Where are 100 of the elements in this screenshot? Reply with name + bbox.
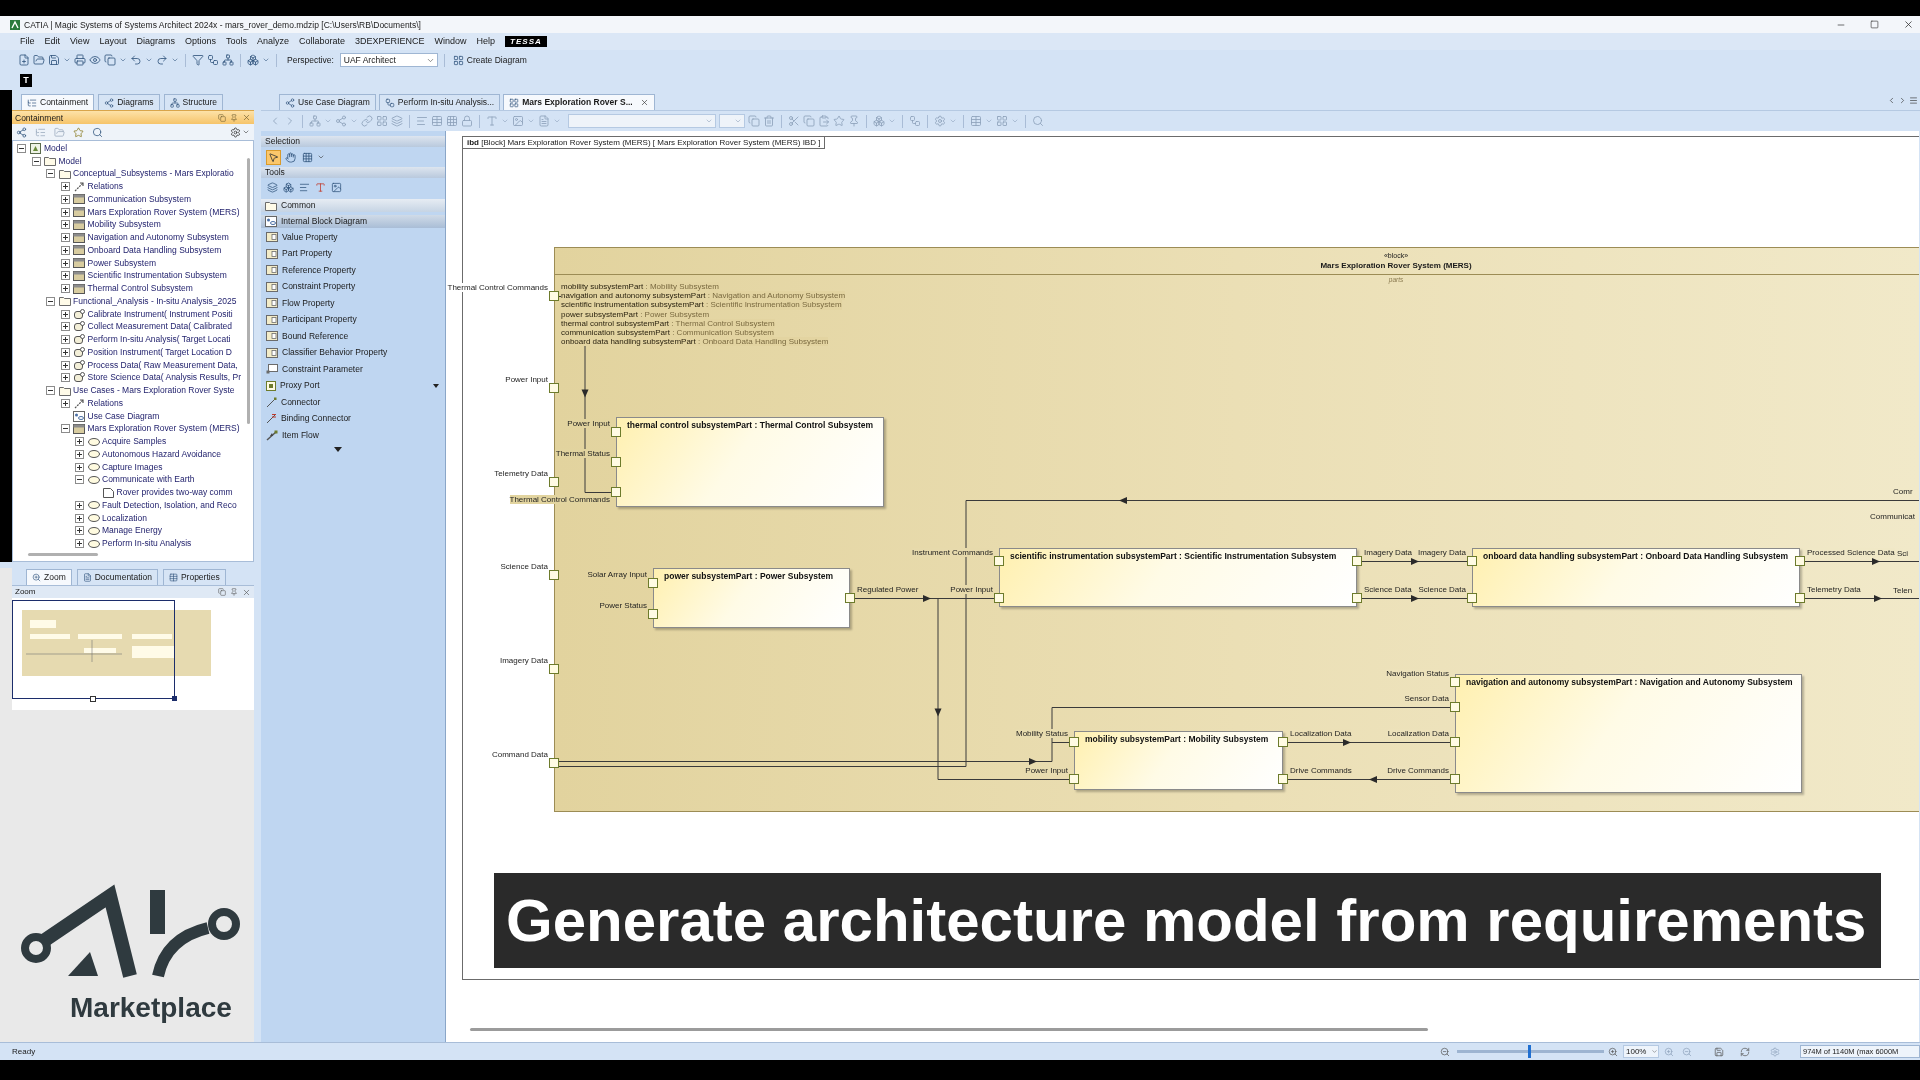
share-icon[interactable]: [335, 115, 347, 127]
close-icon[interactable]: [639, 98, 649, 107]
group-header[interactable]: Internal Block Diagram: [261, 215, 445, 228]
link-icon[interactable]: [361, 115, 373, 127]
expand-toggle-icon[interactable]: [60, 347, 70, 357]
palette-item[interactable]: Constraint Parameter: [261, 361, 445, 378]
image-icon[interactable]: [512, 115, 524, 127]
collapse-toggle-icon[interactable]: [60, 424, 70, 434]
grid-icon[interactable]: [509, 97, 520, 108]
close-icon[interactable]: [242, 587, 251, 597]
caret-icon[interactable]: [119, 56, 127, 64]
hierarchy-icon[interactable]: [222, 54, 234, 66]
tree-item[interactable]: Rover provides two-way comm: [116, 487, 233, 499]
star-icon[interactable]: [833, 115, 845, 127]
menu-item[interactable]: Edit: [44, 36, 61, 47]
zoom-in-icon[interactable]: [1608, 1046, 1618, 1057]
tree-item[interactable]: Autonomous Hazard Avoidance: [102, 448, 221, 460]
hierarchy-icon[interactable]: [169, 97, 180, 108]
delete-icon[interactable]: [763, 115, 775, 127]
align-icon[interactable]: [416, 115, 428, 127]
caret-icon[interactable]: [317, 153, 325, 161]
collapse-toggle-icon[interactable]: [17, 143, 26, 153]
tree-item[interactable]: Model: [58, 155, 82, 167]
hierarchy-icon[interactable]: [309, 115, 321, 127]
menu-item[interactable]: 3DEXPERIENCE: [355, 36, 425, 47]
tree-item[interactable]: Use Case Diagram: [87, 410, 160, 422]
zoom-in-icon[interactable]: [32, 573, 41, 582]
expand-toggle-icon[interactable]: [60, 245, 70, 255]
filter-icon[interactable]: [192, 54, 204, 66]
tree-item[interactable]: Model: [44, 142, 68, 154]
palette-item[interactable]: Proxy Port: [261, 377, 445, 394]
panel-tab[interactable]: Containment: [21, 94, 95, 110]
menu-item[interactable]: Window: [434, 36, 467, 47]
workflow-icon[interactable]: [384, 97, 395, 108]
caret-icon[interactable]: [242, 128, 250, 136]
caret-icon[interactable]: [145, 56, 153, 64]
palette-item[interactable]: Part Property: [261, 245, 445, 262]
expand-toggle-icon[interactable]: [60, 360, 70, 370]
tree-item[interactable]: Relations: [87, 397, 123, 409]
grid-icon[interactable]: [376, 115, 388, 127]
submenu-caret-icon[interactable]: [433, 383, 439, 388]
horizontal-scrollbar[interactable]: [470, 1028, 1428, 1031]
text-icon[interactable]: [315, 181, 326, 193]
menu-item[interactable]: File: [20, 36, 35, 47]
expand-toggle-icon[interactable]: [75, 500, 84, 510]
print-icon[interactable]: [74, 54, 86, 66]
hand-icon[interactable]: [283, 149, 298, 165]
tree-item[interactable]: Mobility Subsystem: [87, 219, 161, 231]
expand-toggle-icon[interactable]: [60, 182, 70, 192]
eye-icon[interactable]: [89, 54, 101, 66]
expand-toggle-icon[interactable]: [60, 309, 70, 319]
caret-icon[interactable]: [262, 56, 270, 64]
tree-item[interactable]: Manage Energy: [102, 525, 162, 537]
pointer-icon[interactable]: [266, 149, 281, 165]
share-icon[interactable]: [104, 97, 115, 108]
menu-item[interactable]: Analyze: [257, 36, 289, 47]
pin-icon[interactable]: [230, 588, 238, 596]
expand-toggle-icon[interactable]: [60, 207, 70, 217]
expand-toggle-icon[interactable]: [60, 271, 70, 281]
zoom-out-icon[interactable]: [1440, 1046, 1450, 1057]
tree-item[interactable]: Perform In-situ Analysis: [102, 538, 192, 550]
star-icon[interactable]: [73, 126, 84, 138]
tab-list-icon[interactable]: [1909, 95, 1918, 105]
menu-item[interactable]: View: [70, 36, 90, 47]
tree-item[interactable]: Capture Images: [102, 461, 163, 473]
panel-tab[interactable]: Structure: [163, 94, 224, 110]
zoom-dropdown[interactable]: 100%: [1623, 1045, 1659, 1058]
menu-item[interactable]: Layout: [99, 36, 127, 47]
cut-icon[interactable]: [788, 115, 800, 127]
expand-toggle-icon[interactable]: [60, 258, 70, 268]
expand-toggle-icon[interactable]: [60, 220, 70, 230]
close-icon[interactable]: [1903, 19, 1914, 30]
tree-list-icon[interactable]: [27, 97, 37, 108]
expand-toggle-icon[interactable]: [75, 437, 84, 447]
undo-icon[interactable]: [130, 54, 142, 66]
palette-item[interactable]: Constraint Property: [261, 278, 445, 295]
tree-item[interactable]: Thermal Control Subsystem: [87, 283, 193, 295]
refresh-icon[interactable]: [1740, 1046, 1750, 1057]
tree-item[interactable]: Relations: [87, 181, 123, 193]
menu-item[interactable]: Tools: [225, 36, 247, 47]
palette-item[interactable]: Classifier Behavior Property: [261, 344, 445, 361]
tree-item[interactable]: Fault Detection, Isolation, and Reco: [102, 499, 237, 511]
editor-tab[interactable]: Mars Exploration Rover S...: [503, 94, 655, 110]
search-icon[interactable]: [92, 126, 103, 138]
expand-toggle-icon[interactable]: [60, 335, 70, 345]
menu-item[interactable]: Diagrams: [136, 36, 175, 47]
share-icon[interactable]: [16, 126, 27, 138]
tree-item[interactable]: Scientific Instrumentation Subsystem: [87, 270, 227, 282]
copy-icon[interactable]: [104, 54, 116, 66]
caret-icon[interactable]: [63, 56, 71, 64]
close-icon[interactable]: [242, 113, 251, 122]
resize-handle-icon[interactable]: [172, 696, 177, 701]
zoom-in-icon[interactable]: [1664, 1046, 1674, 1057]
expand-toggle-icon[interactable]: [60, 398, 70, 408]
palette-item[interactable]: Item Flow: [261, 427, 445, 444]
collapse-toggle-icon[interactable]: [75, 475, 84, 485]
tree-item[interactable]: Onboard Data Handling Subsystem: [87, 244, 222, 256]
tree-item[interactable]: Position Instrument( Target Location D: [87, 346, 232, 358]
expand-toggle-icon[interactable]: [75, 462, 84, 472]
document-icon[interactable]: [82, 573, 92, 582]
